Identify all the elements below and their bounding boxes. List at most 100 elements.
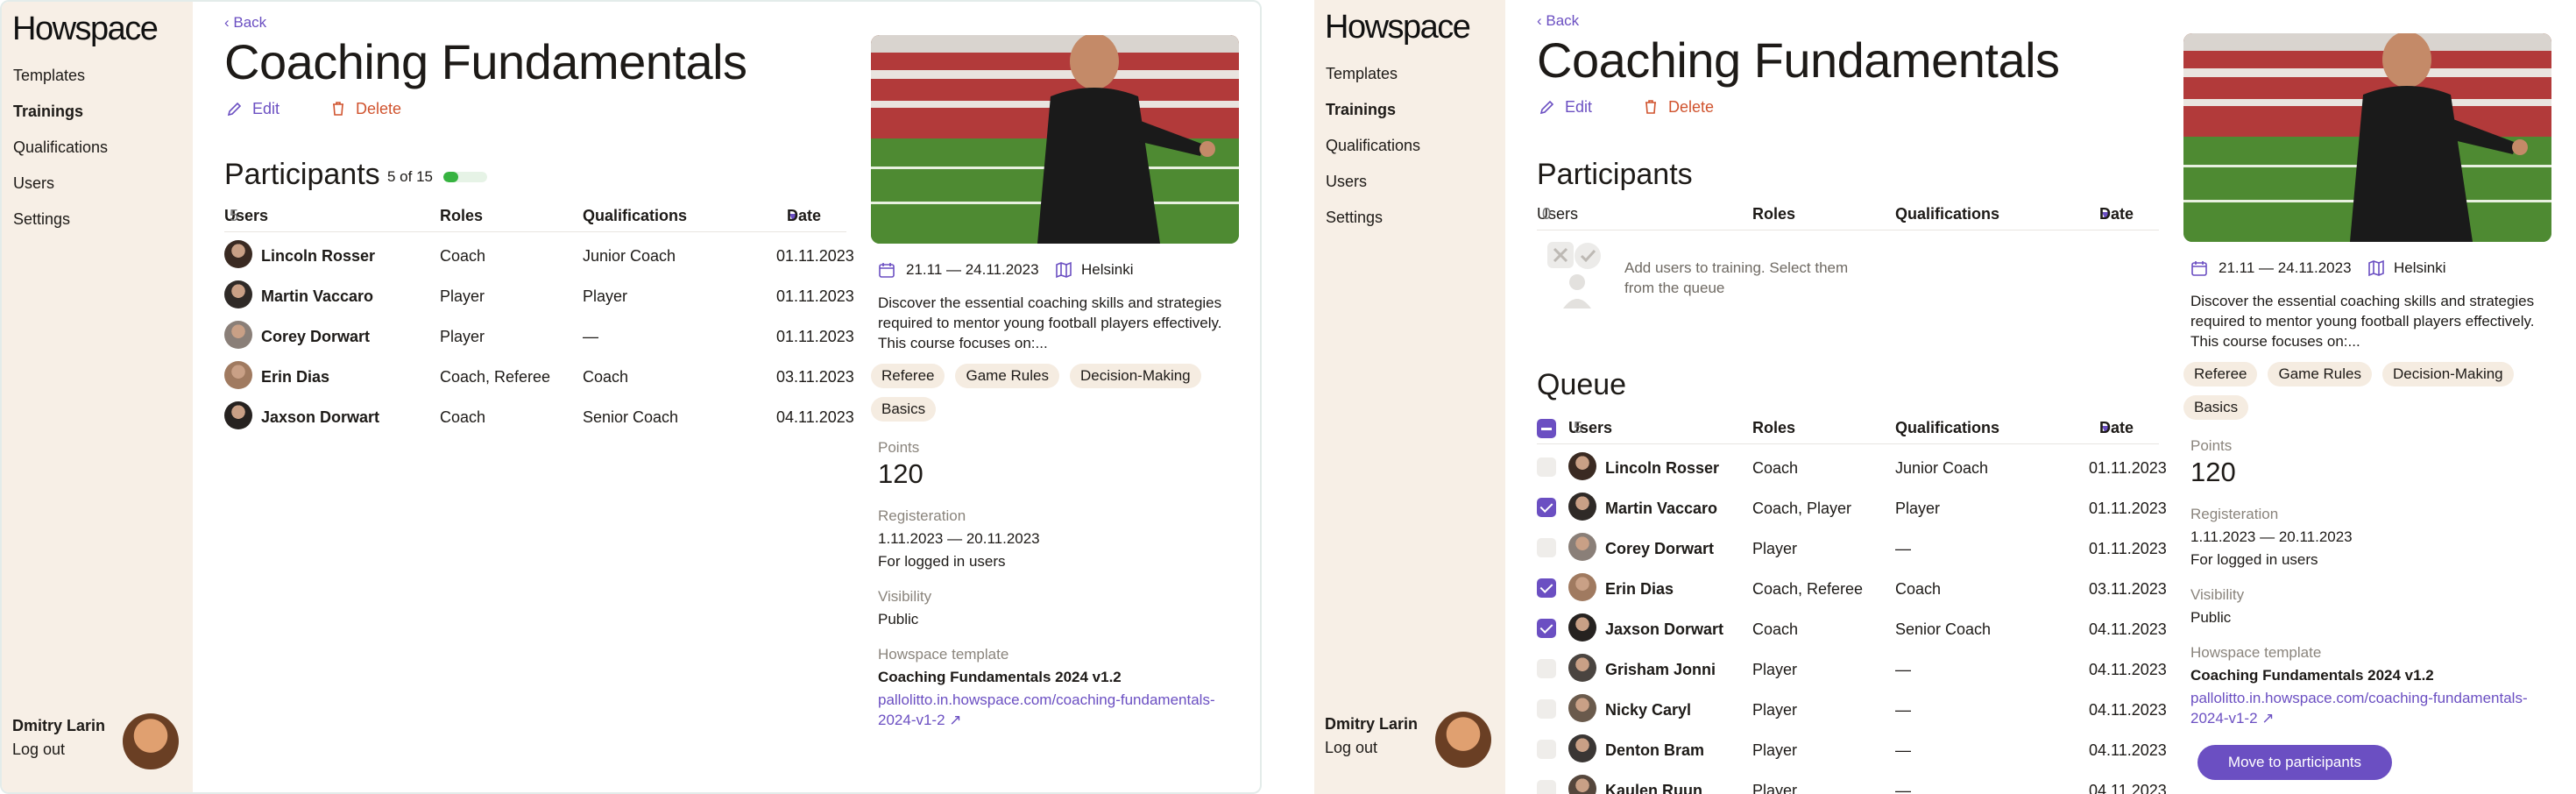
map-icon: [1055, 261, 1072, 283]
sidebar-item-users[interactable]: Users: [1326, 171, 1420, 207]
table-row[interactable]: Jaxson Dorwart Coach Senior Coach 04.11.202…: [1537, 613, 2176, 649]
avatar: [1568, 613, 1596, 642]
move-to-participants-button[interactable]: Move to participants: [2197, 745, 2392, 780]
avatar: [1568, 694, 1596, 722]
points-label: Points: [878, 439, 920, 456]
template-link[interactable]: pallolitto.in.howspace.com/coaching-fund…: [2190, 688, 2551, 728]
table-row[interactable]: Corey Dorwart Player — 01.11.2023: [224, 321, 864, 356]
avatar: [224, 321, 252, 349]
user-qualifications: Player: [583, 287, 628, 305]
user-qualifications: —: [1895, 661, 1911, 678]
back-link[interactable]: ‹ Back: [1537, 12, 1579, 30]
col-qualifications[interactable]: Qualifications: [1895, 205, 1999, 223]
sidebar: Howspace Templates Trainings Qualificati…: [2, 2, 193, 792]
row-checkbox[interactable]: [1537, 699, 1556, 719]
sidebar-item-qualifications[interactable]: Qualifications: [13, 137, 108, 173]
chevron-left-icon: ‹: [1537, 12, 1546, 29]
training-tags: Referee Game Rules Decision-Making Basic…: [871, 364, 1239, 422]
user-name: Erin Dias: [261, 368, 330, 386]
table-row[interactable]: Lincoln Rosser Coach Junior Coach 01.11.202…: [224, 240, 864, 275]
page-title: Coaching Fundamentals: [224, 34, 747, 89]
col-roles[interactable]: Roles: [440, 207, 483, 225]
col-date[interactable]: Date ▼: [787, 207, 821, 225]
app-logo: Howspace: [1325, 9, 1471, 46]
logout-link[interactable]: Log out: [1325, 739, 1418, 757]
user-qualifications: Senior Coach: [583, 408, 679, 426]
avatar[interactable]: [123, 713, 179, 769]
divider: [224, 231, 846, 232]
sidebar-item-settings[interactable]: Settings: [13, 209, 108, 245]
avatar: [1568, 533, 1596, 561]
table-row[interactable]: Grisham Jonni Player — 04.11.2023: [1537, 654, 2176, 689]
tag: Decision-Making: [2381, 362, 2514, 386]
sidebar-item-templates[interactable]: Templates: [13, 65, 108, 101]
sidebar-item-templates[interactable]: Templates: [1326, 63, 1420, 99]
visibility-field: Visibility Public: [2183, 586, 2551, 627]
row-checkbox[interactable]: [1537, 578, 1556, 598]
sidebar-item-qualifications[interactable]: Qualifications: [1326, 135, 1420, 171]
sidebar-item-settings[interactable]: Settings: [1326, 207, 1420, 243]
table-row[interactable]: Erin Dias Coach, Referee Coach 03.11.2023: [224, 361, 864, 396]
table-row[interactable]: Jaxson Dorwart Coach Senior Coach 04.11.202…: [224, 401, 864, 436]
user-date: 04.11.2023: [2089, 741, 2167, 759]
row-checkbox[interactable]: [1537, 740, 1556, 759]
tag: Decision-Making: [1069, 364, 1201, 388]
col-roles[interactable]: Roles: [1752, 205, 1795, 223]
delete-button[interactable]: Delete: [329, 100, 401, 118]
training-description: Discover the essential coaching skills a…: [878, 294, 1222, 351]
sidebar-nav: Templates Trainings Qualifications Users…: [1326, 63, 1420, 243]
registration-dates: 1.11.2023 — 20.11.2023: [878, 530, 1040, 547]
table-row[interactable]: Denton Bram Player — 04.11.2023: [1537, 734, 2176, 769]
sidebar-item-trainings[interactable]: Trainings: [13, 101, 108, 137]
col-date[interactable]: Date ▼: [2099, 419, 2134, 437]
table-row[interactable]: Martin Vaccaro Player Player 01.11.2023: [224, 280, 864, 315]
col-qualifications[interactable]: Qualifications: [1895, 419, 1999, 437]
logout-link[interactable]: Log out: [12, 741, 105, 759]
user-name: Dmitry Larin: [12, 717, 106, 734]
delete-button[interactable]: Delete: [1642, 98, 1714, 117]
edit-button[interactable]: Edit: [1539, 98, 1592, 117]
table-row[interactable]: Lincoln Rosser Coach Junior Coach 01.11.202…: [1537, 452, 2176, 487]
points-value: 120: [878, 458, 924, 489]
table-row[interactable]: Erin Dias Coach, Referee Coach 03.11.2023: [1537, 573, 2176, 608]
users-count: 5: [1574, 419, 1583, 436]
back-link[interactable]: ‹ Back: [224, 14, 266, 32]
main-content: ‹ Back Coaching Fundamentals Edit Delete…: [224, 2, 864, 792]
row-checkbox[interactable]: [1537, 780, 1556, 794]
table-row[interactable]: Corey Dorwart Player — 01.11.2023: [1537, 533, 2176, 568]
table-row[interactable]: Kaulen Ruun Player — 04.11.2023: [1537, 775, 2176, 794]
trash-icon: [1645, 100, 1656, 114]
user-qualifications: Coach: [583, 368, 629, 386]
user-qualifications: Junior Coach: [1895, 459, 1989, 477]
registration-field: Registeration 1.11.2023 — 20.11.2023 For…: [871, 507, 1239, 571]
user-roles: Player: [1752, 701, 1798, 719]
user-date: 04.11.2023: [776, 408, 854, 426]
user-roles: Coach, Referee: [1752, 580, 1864, 598]
row-checkbox[interactable]: [1537, 619, 1556, 638]
user-name: Martin Vaccaro: [1605, 500, 1718, 517]
row-checkbox[interactable]: [1537, 659, 1556, 678]
select-all-checkbox[interactable]: [1537, 419, 1556, 438]
screen-training-participants: Howspace Templates Trainings Qualificati…: [0, 0, 1262, 794]
avatar: [224, 361, 252, 389]
row-checkbox[interactable]: [1537, 457, 1556, 477]
template-link[interactable]: pallolitto.in.howspace.com/coaching-fund…: [878, 690, 1239, 730]
table-row[interactable]: Martin Vaccaro Coach, Player Player 01.11.2…: [1537, 493, 2176, 528]
col-roles[interactable]: Roles: [1752, 419, 1795, 437]
row-checkbox[interactable]: [1537, 538, 1556, 557]
table-row[interactable]: Nicky Caryl Player — 04.11.2023: [1537, 694, 2176, 729]
sidebar-item-trainings[interactable]: Trainings: [1326, 99, 1420, 135]
user-qualifications: —: [1895, 741, 1911, 759]
template-field: Howspace template Coaching Fundamentals …: [2183, 644, 2551, 728]
avatar[interactable]: [1435, 712, 1491, 768]
visibility-field: Visibility Public: [871, 588, 1239, 628]
tag: Referee: [871, 364, 945, 388]
user-qualifications: Coach: [1895, 580, 1942, 598]
row-checkbox[interactable]: [1537, 498, 1556, 517]
sidebar-item-users[interactable]: Users: [13, 173, 108, 209]
edit-button[interactable]: Edit: [226, 100, 280, 118]
col-qualifications[interactable]: Qualifications: [583, 207, 687, 225]
user-date: 03.11.2023: [776, 368, 854, 386]
user-roles: Player: [1752, 782, 1798, 794]
col-date[interactable]: Date ▼: [2099, 205, 2134, 223]
